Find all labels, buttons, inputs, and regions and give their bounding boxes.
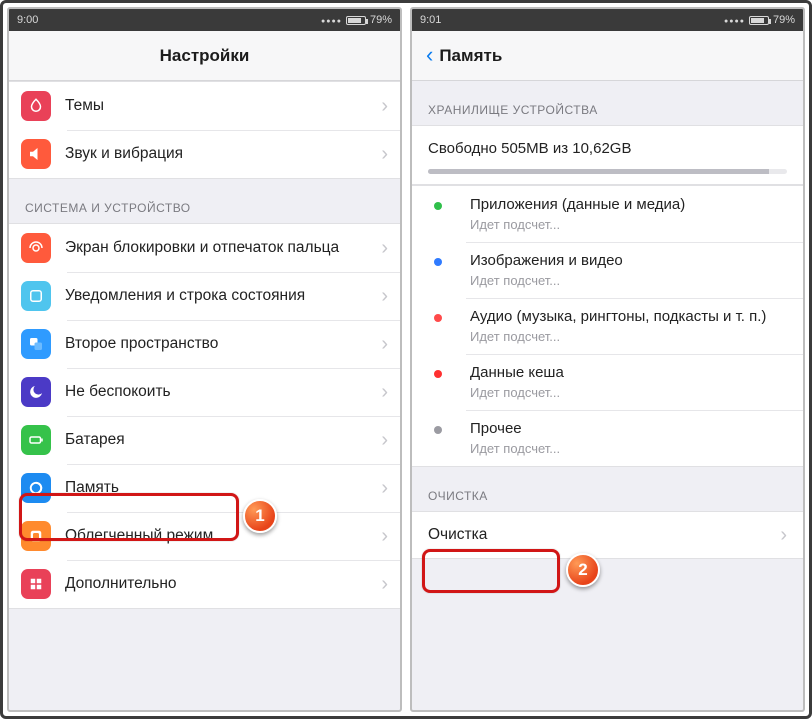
row-label: Облегченный режим (65, 526, 373, 545)
storage-progress (428, 169, 787, 174)
chevron-right-icon: › (373, 429, 388, 452)
legend-title: Прочее (470, 420, 560, 439)
navbar: ‹ Память (412, 31, 803, 81)
legend-sub: Идет подсчет... (470, 217, 685, 232)
page-title: Память (439, 46, 502, 66)
free-space-text: Свободно 505MB из 10,62GB (428, 140, 787, 157)
more-icon (21, 569, 51, 599)
legend-dot-icon (434, 370, 442, 378)
section-header-clean: ОЧИСТКА (412, 467, 803, 511)
row-memory[interactable]: Память › (9, 464, 400, 512)
screen-settings: 9:00 79% Настройки Темы › (7, 7, 402, 712)
legend-apps[interactable]: Приложения (данные и медиа) Идет подсчет… (412, 186, 803, 242)
row-label: Второе пространство (65, 334, 373, 353)
statusbar: 9:01 79% (412, 9, 803, 31)
row-label: Звук и вибрация (65, 144, 373, 163)
row-dnd[interactable]: Не беспокоить › (9, 368, 400, 416)
row-label: Очистка (428, 526, 487, 544)
row-label: Дополнительно (65, 574, 373, 593)
row-label: Темы (65, 96, 373, 115)
battery-percent: 79% (773, 14, 795, 26)
row-more[interactable]: Дополнительно › (9, 560, 400, 608)
battery-percent: 79% (370, 14, 392, 26)
legend-dot-icon (434, 314, 442, 322)
chevron-right-icon: › (373, 525, 388, 548)
section-header-storage: ХРАНИЛИЩЕ УСТРОЙСТВА (412, 81, 803, 125)
row-lite-mode[interactable]: Облегченный режим › (9, 512, 400, 560)
section-header-system: СИСТЕМА И УСТРОЙСТВО (9, 179, 400, 223)
settings-group-system: Экран блокировки и отпечаток пальца › Ув… (9, 223, 400, 609)
fingerprint-icon (21, 233, 51, 263)
battery-row-icon (21, 425, 51, 455)
row-label: Батарея (65, 430, 373, 449)
storage-summary: Свободно 505MB из 10,62GB (412, 125, 803, 185)
row-lockscreen[interactable]: Экран блокировки и отпечаток пальца › (9, 224, 400, 272)
row-sound[interactable]: Звук и вибрация › (9, 130, 400, 178)
legend-dot-icon (434, 426, 442, 434)
chevron-right-icon: › (780, 524, 787, 547)
second-space-icon (21, 329, 51, 359)
legend-other[interactable]: Прочее Идет подсчет... (412, 410, 803, 466)
themes-icon (21, 91, 51, 121)
settings-group-appearance: Темы › Звук и вибрация › (9, 81, 400, 179)
battery-icon (346, 16, 366, 25)
chevron-right-icon: › (373, 285, 388, 308)
chevron-right-icon: › (373, 95, 388, 118)
legend-audio[interactable]: Аудио (музыка, рингтоны, подкасты и т. п… (412, 298, 803, 354)
chevron-right-icon: › (373, 573, 388, 596)
legend-title: Изображения и видео (470, 252, 623, 271)
row-label: Экран блокировки и отпечаток пальца (65, 238, 373, 257)
row-notifications[interactable]: Уведомления и строка состояния › (9, 272, 400, 320)
statusbar: 9:00 79% (9, 9, 400, 31)
legend-sub: Идет подсчет... (470, 385, 564, 400)
back-button[interactable]: ‹ Память (426, 45, 502, 67)
chevron-right-icon: › (373, 237, 388, 260)
battery-icon (749, 16, 769, 25)
lite-mode-icon (21, 521, 51, 551)
row-second-space[interactable]: Второе пространство › (9, 320, 400, 368)
legend-title: Аудио (музыка, рингтоны, подкасты и т. п… (470, 308, 766, 327)
row-label: Не беспокоить (65, 382, 373, 401)
chevron-left-icon: ‹ (426, 44, 433, 66)
legend-sub: Идет подсчет... (470, 273, 623, 288)
legend-title: Данные кеша (470, 364, 564, 383)
legend-sub: Идет подсчет... (470, 441, 560, 456)
legend-cache[interactable]: Данные кеша Идет подсчет... (412, 354, 803, 410)
legend-dot-icon (434, 202, 442, 210)
legend-title: Приложения (данные и медиа) (470, 196, 685, 215)
legend-dot-icon (434, 258, 442, 266)
screen-memory: 9:01 79% ‹ Память ХРАНИЛИЩЕ УСТРОЙСТВА С… (410, 7, 805, 712)
legend-sub: Идет подсчет... (470, 329, 766, 344)
legend-images[interactable]: Изображения и видео Идет подсчет... (412, 242, 803, 298)
row-battery[interactable]: Батарея › (9, 416, 400, 464)
row-themes[interactable]: Темы › (9, 82, 400, 130)
row-label: Уведомления и строка состояния (65, 286, 373, 305)
dnd-icon (21, 377, 51, 407)
status-time: 9:00 (17, 14, 38, 26)
storage-legend: Приложения (данные и медиа) Идет подсчет… (412, 185, 803, 467)
signal-dots-icon (321, 14, 342, 26)
notifications-icon (21, 281, 51, 311)
navbar: Настройки (9, 31, 400, 81)
row-label: Память (65, 478, 373, 497)
status-time: 9:01 (420, 14, 441, 26)
memory-icon (21, 473, 51, 503)
chevron-right-icon: › (373, 333, 388, 356)
storage-progress-fill (428, 169, 769, 174)
chevron-right-icon: › (373, 381, 388, 404)
chevron-right-icon: › (373, 143, 388, 166)
row-cleanup[interactable]: Очистка › (412, 511, 803, 559)
page-title: Настройки (160, 46, 250, 66)
chevron-right-icon: › (373, 477, 388, 500)
sound-icon (21, 139, 51, 169)
signal-dots-icon (724, 14, 745, 26)
